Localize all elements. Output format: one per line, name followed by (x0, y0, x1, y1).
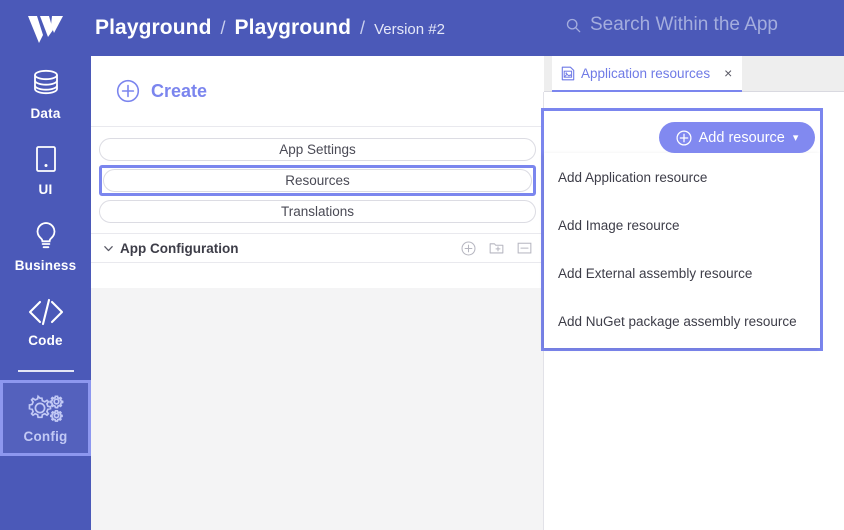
breadcrumb-separator: / (220, 18, 226, 38)
resources-button-highlight: Resources (99, 165, 536, 196)
search-icon (566, 18, 581, 32)
tablet-icon (35, 145, 56, 172)
add-resource-label: Add resource (698, 129, 785, 146)
app-root: Playground / Playground / Version #2 Sea… (0, 0, 844, 530)
sidebar-item-label: Business (14, 257, 77, 273)
app-settings-button[interactable]: App Settings (99, 138, 536, 161)
editor-card: Create App Settings Resources Translatio… (91, 56, 544, 530)
tab-strip: Application resources × (544, 56, 844, 92)
chevron-down-icon: ▾ (792, 132, 799, 144)
section-title: App Configuration (120, 240, 239, 256)
add-resource-button[interactable]: Add resource ▾ (659, 122, 815, 153)
sidebar-item-label: Config (23, 428, 68, 444)
search-input[interactable]: Search Within the App (590, 14, 778, 36)
app-logo[interactable] (0, 0, 91, 56)
translations-button[interactable]: Translations (99, 200, 536, 223)
database-icon (33, 69, 58, 94)
plus-circle-icon (116, 79, 140, 103)
menu-item-add-application-resource[interactable]: Add Application resource (544, 153, 820, 201)
section-actions (461, 241, 532, 256)
folder-plus-icon[interactable] (489, 241, 504, 255)
search-box[interactable]: Search Within the App (566, 14, 778, 36)
sidebar-item-label: UI (38, 181, 53, 197)
menu-item-add-image-resource[interactable]: Add Image resource (544, 201, 820, 249)
menu-item-add-external-assembly-resource[interactable]: Add External assembly resource (544, 249, 820, 297)
create-header: Create (91, 56, 544, 127)
config-tree-area (91, 288, 544, 530)
breadcrumb-version[interactable]: Version #2 (374, 21, 445, 38)
collapse-icon[interactable] (517, 241, 532, 255)
lightbulb-icon (36, 221, 55, 248)
code-brackets-icon (28, 298, 63, 325)
sidebar-divider (17, 370, 74, 372)
image-document-icon (561, 66, 575, 80)
add-resource-menu: Add Application resource Add Image resou… (544, 153, 820, 348)
left-sidebar: Data UI Business Code Config (0, 56, 91, 530)
sidebar-item-config[interactable]: Config (0, 380, 91, 456)
sidebar-item-business[interactable]: Business (0, 208, 91, 284)
breadcrumb-separator: / (360, 18, 366, 38)
plus-circle-icon (676, 129, 692, 146)
tab-application-resources[interactable]: Application resources × (552, 56, 743, 92)
create-button-label[interactable]: Create (151, 81, 207, 102)
gears-icon (28, 394, 63, 422)
config-button-list: App Settings Resources Translations (91, 127, 544, 233)
sidebar-item-label: Code (28, 332, 63, 348)
sidebar-item-data[interactable]: Data (0, 56, 91, 132)
breadcrumb-project[interactable]: Playground (95, 16, 212, 40)
chevron-down-icon[interactable] (103, 243, 114, 254)
tab-label: Application resources (581, 65, 711, 81)
sidebar-item-label: Data (30, 105, 61, 121)
app-configuration-section-header[interactable]: App Configuration (91, 233, 544, 263)
plus-circle-icon[interactable] (461, 241, 476, 256)
menu-item-add-nuget-package-assembly-resource[interactable]: Add NuGet package assembly resource (544, 297, 820, 345)
w-logo-icon (27, 16, 63, 43)
resources-button[interactable]: Resources (103, 169, 532, 192)
sidebar-item-code[interactable]: Code (0, 284, 91, 360)
breadcrumb-app[interactable]: Playground (235, 16, 352, 40)
close-icon[interactable]: × (724, 66, 732, 80)
sidebar-item-ui[interactable]: UI (0, 132, 91, 208)
top-header-bar: Playground / Playground / Version #2 Sea… (0, 0, 844, 56)
breadcrumb: Playground / Playground / Version #2 (95, 16, 445, 40)
